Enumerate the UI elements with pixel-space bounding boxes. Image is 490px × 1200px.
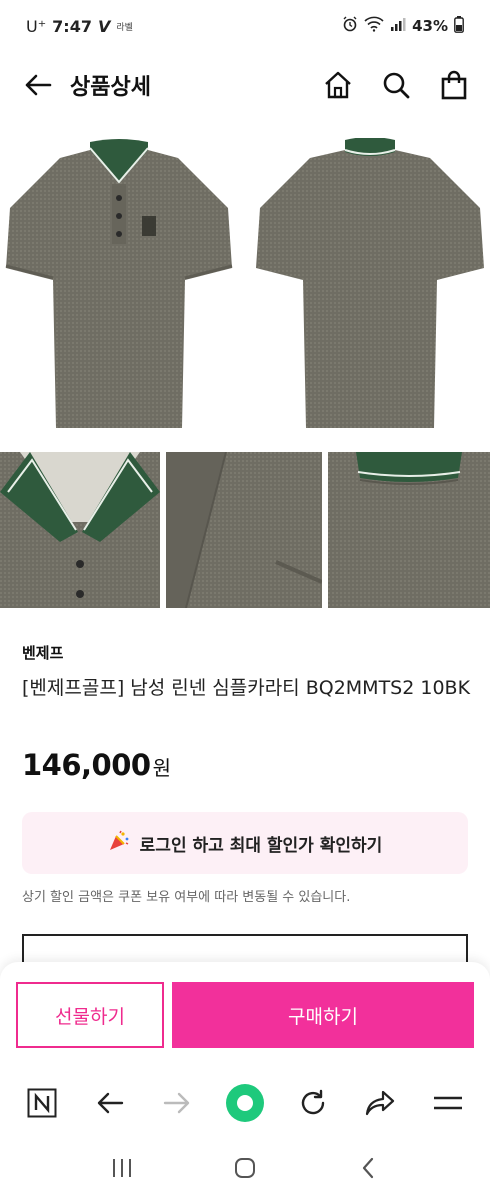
- home-icon: [325, 71, 351, 99]
- price-currency: 원: [152, 756, 171, 780]
- chevron-left-icon: [363, 1157, 374, 1179]
- page-header: 상품상세: [0, 56, 490, 114]
- brand-name[interactable]: 벤제프: [22, 642, 63, 663]
- app-badge: V: [97, 16, 111, 36]
- arrow-left-icon: [97, 1092, 123, 1114]
- purchase-bar: 선물하기 구매하기: [0, 962, 490, 1072]
- green-dot-button[interactable]: [225, 1083, 265, 1123]
- product-image-back-collar[interactable]: [328, 452, 490, 608]
- page-title: 상품상세: [70, 75, 151, 100]
- product-price: 146,000 원: [22, 748, 171, 782]
- login-discount-banner[interactable]: 로그인 하고 최대 할인가 확인하기: [22, 812, 468, 874]
- reload-icon: [301, 1089, 324, 1115]
- product-image-collar[interactable]: [0, 452, 160, 608]
- browser-forward-button[interactable]: [157, 1083, 197, 1123]
- product-image-front[interactable]: [0, 138, 238, 434]
- recent-apps-button[interactable]: [102, 1148, 142, 1188]
- hamburger-menu-icon: [433, 1096, 462, 1110]
- price-value: 146,000: [22, 748, 151, 782]
- product-image-back[interactable]: [250, 138, 490, 434]
- browser-toolbar: [0, 1072, 490, 1134]
- status-bar: U⁺ 7:47 V 라벨 43%: [0, 0, 490, 52]
- system-home-button[interactable]: [225, 1148, 265, 1188]
- product-image-sleeve[interactable]: [166, 452, 322, 608]
- discount-notice: 상기 할인 금액은 쿠폰 보유 여부에 따라 변동될 수 있습니다.: [22, 890, 351, 905]
- system-navigation-bar: [0, 1136, 490, 1200]
- search-icon: [383, 72, 410, 99]
- cart-button[interactable]: [436, 67, 472, 103]
- signal-icon: [390, 16, 406, 36]
- home-button[interactable]: [320, 67, 356, 103]
- product-gallery: [0, 138, 490, 610]
- browser-home-button[interactable]: [22, 1083, 62, 1123]
- buy-button[interactable]: 구매하기: [172, 982, 474, 1048]
- browser-reload-button[interactable]: [293, 1083, 333, 1123]
- login-banner-label: 로그인 하고 최대 할인가 확인하기: [139, 835, 383, 856]
- browser-back-button[interactable]: [90, 1083, 130, 1123]
- gift-button[interactable]: 선물하기: [16, 982, 164, 1048]
- browser-menu-button[interactable]: [428, 1083, 468, 1123]
- party-popper-icon: [108, 830, 130, 857]
- green-dot-icon: [225, 1084, 264, 1122]
- arrow-right-icon: [164, 1092, 190, 1114]
- search-button[interactable]: [378, 67, 414, 103]
- battery-icon: [454, 15, 464, 37]
- share-icon: [366, 1090, 395, 1116]
- battery-percent: 43%: [412, 17, 448, 35]
- product-name: [벤제프골프] 남성 린넨 심플카라티 BQ2MMTS2 10BK: [22, 677, 471, 699]
- arrow-left-icon: [25, 74, 52, 96]
- shopping-bag-icon: [441, 70, 467, 100]
- clock: 7:47: [52, 16, 92, 36]
- carrier-label: U⁺: [26, 16, 47, 36]
- recent-apps-icon: [112, 1159, 131, 1177]
- system-home-icon: [234, 1158, 255, 1178]
- alarm-icon: [342, 16, 358, 36]
- naver-logo-icon: [27, 1088, 57, 1118]
- app-badge-small: 라벨: [116, 22, 133, 33]
- back-button[interactable]: [18, 65, 58, 105]
- browser-share-button[interactable]: [360, 1083, 400, 1123]
- system-back-button[interactable]: [348, 1148, 388, 1188]
- wifi-icon: [364, 16, 384, 36]
